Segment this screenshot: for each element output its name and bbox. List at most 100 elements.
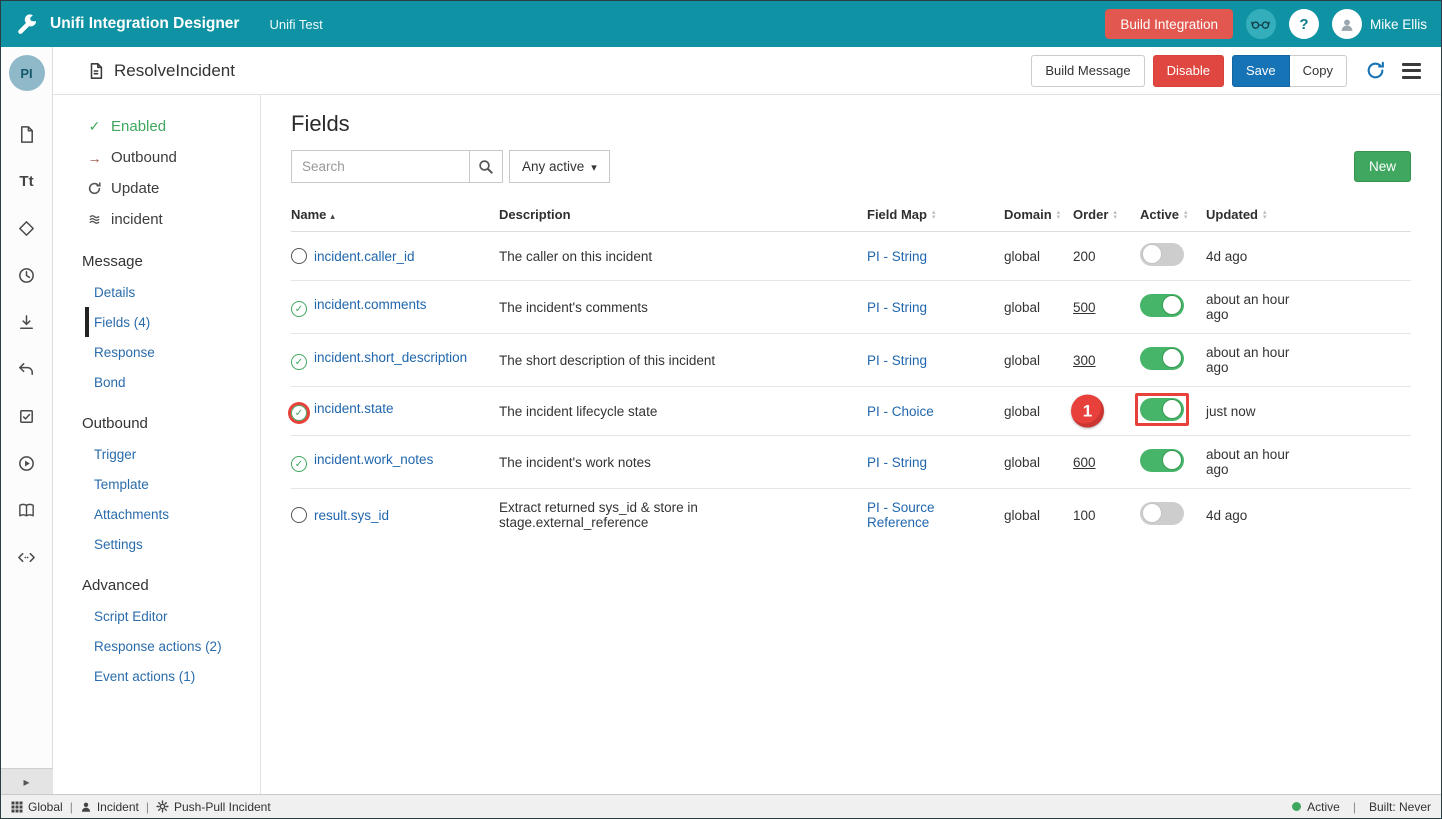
text-icon[interactable]: Tt <box>1 158 53 205</box>
person-icon <box>80 801 92 813</box>
build-integration-button[interactable]: Build Integration <box>1105 9 1233 39</box>
field-order-link[interactable]: 500 <box>1073 300 1096 315</box>
app-title: Unifi Integration Designer <box>50 15 239 33</box>
nav-item-script-editor[interactable]: Script Editor <box>85 601 260 631</box>
chevron-down-icon <box>591 159 597 174</box>
field-map-link[interactable]: PI - Source Reference <box>867 500 935 530</box>
undo-icon[interactable] <box>1 346 53 393</box>
column-header-order[interactable]: Order <box>1073 207 1140 222</box>
search-input[interactable] <box>291 150 469 183</box>
build-message-button[interactable]: Build Message <box>1031 55 1144 87</box>
column-header-field-map[interactable]: Field Map <box>867 207 1004 222</box>
nav-item-details[interactable]: Details <box>85 277 260 307</box>
field-domain: global <box>1004 300 1073 315</box>
sidebar-status-enabled: Enabled <box>53 111 260 142</box>
user-menu[interactable]: Mike Ellis <box>1332 9 1427 39</box>
scope-indicator[interactable]: Global <box>11 800 63 814</box>
active-toggle[interactable] <box>1140 502 1184 525</box>
column-header-name[interactable]: Name <box>291 207 499 222</box>
field-name-link[interactable]: result.sys_id <box>314 508 389 523</box>
field-map-link[interactable]: PI - String <box>867 300 927 315</box>
integration-indicator[interactable]: Push-Pull Incident <box>156 800 271 814</box>
table-row: incident.short_description The short des… <box>291 334 1411 387</box>
field-domain: global <box>1004 249 1073 264</box>
field-name-link[interactable]: incident.comments <box>314 297 427 312</box>
tasks-icon[interactable] <box>1 393 53 440</box>
field-order-link[interactable]: 600 <box>1073 455 1096 470</box>
field-name-link[interactable]: incident.caller_id <box>314 249 415 264</box>
code-icon[interactable] <box>1 534 53 581</box>
table-row: incident.work_notes The incident's work … <box>291 436 1411 489</box>
field-map-link[interactable]: PI - String <box>867 249 927 264</box>
field-order: 100 <box>1073 508 1096 523</box>
column-header-description[interactable]: Description <box>499 207 867 222</box>
nav-item-template[interactable]: Template <box>85 469 260 499</box>
preview-glasses-icon[interactable] <box>1246 9 1276 39</box>
column-header-active[interactable]: Active <box>1140 207 1206 222</box>
column-header-domain[interactable]: Domain <box>1004 207 1073 222</box>
table-row-highlighted: incident.state The incident lifecycle st… <box>291 387 1411 436</box>
nav-item-response-actions[interactable]: Response actions (2) <box>85 631 260 661</box>
active-toggle[interactable] <box>1140 294 1184 317</box>
field-updated: 4d ago <box>1206 249 1306 264</box>
field-description: Extract returned sys_id & store in stage… <box>499 500 867 530</box>
play-icon[interactable] <box>1 440 53 487</box>
sort-icon <box>1263 210 1267 220</box>
active-filter-dropdown[interactable]: Any active <box>509 150 610 183</box>
active-toggle[interactable] <box>1140 449 1184 472</box>
field-domain: global <box>1004 353 1073 368</box>
integration-avatar[interactable]: PI <box>9 55 45 91</box>
search-button[interactable] <box>469 150 503 183</box>
nav-item-trigger[interactable]: Trigger <box>85 439 260 469</box>
field-description: The caller on this incident <box>499 249 867 264</box>
sort-icon <box>932 210 936 220</box>
book-icon[interactable] <box>1 487 53 534</box>
field-name-link[interactable]: incident.short_description <box>314 350 467 365</box>
wrench-logo-icon[interactable] <box>15 14 38 35</box>
document-icon[interactable] <box>1 111 53 158</box>
new-button[interactable]: New <box>1354 151 1411 182</box>
help-icon[interactable]: ? <box>1289 9 1319 39</box>
separator: | <box>1353 800 1356 814</box>
nav-item-settings[interactable]: Settings <box>85 529 260 559</box>
history-icon[interactable] <box>1 252 53 299</box>
field-map-link[interactable]: PI - Choice <box>867 404 934 419</box>
field-name-link[interactable]: incident.work_notes <box>314 452 433 467</box>
environment-name[interactable]: Unifi Test <box>269 17 322 32</box>
nav-item-fields[interactable]: Fields (4) <box>85 307 260 337</box>
field-map-link[interactable]: PI - String <box>867 353 927 368</box>
active-toggle[interactable] <box>1140 398 1184 421</box>
record-type-indicator[interactable]: Incident <box>80 800 139 814</box>
rail-expand-button[interactable] <box>1 768 53 794</box>
field-order-link[interactable]: 300 <box>1073 353 1096 368</box>
field-description: The incident's comments <box>499 300 867 315</box>
nav-item-attachments[interactable]: Attachments <box>85 499 260 529</box>
sort-asc-icon <box>326 207 335 222</box>
document-icon <box>87 62 105 80</box>
nav-item-event-actions[interactable]: Event actions (1) <box>85 661 260 691</box>
menu-icon[interactable] <box>1402 59 1421 82</box>
active-status-dot <box>1292 802 1301 811</box>
field-map-link[interactable]: PI - String <box>867 455 927 470</box>
download-icon[interactable] <box>1 299 53 346</box>
active-status-label: Active <box>1307 800 1340 814</box>
nav-section-message: Message <box>53 235 260 277</box>
field-updated: 4d ago <box>1206 508 1306 523</box>
grid-icon <box>11 801 23 813</box>
refresh-icon[interactable] <box>1365 60 1386 81</box>
nav-item-response[interactable]: Response <box>85 337 260 367</box>
column-header-updated[interactable]: Updated <box>1206 207 1306 222</box>
field-name-link[interactable]: incident.state <box>314 401 394 416</box>
nav-item-bond[interactable]: Bond <box>85 367 260 397</box>
diamond-icon[interactable] <box>1 205 53 252</box>
sort-icon <box>1184 210 1188 220</box>
active-toggle[interactable] <box>1140 347 1184 370</box>
nav-section-advanced: Advanced <box>53 559 260 601</box>
active-toggle[interactable] <box>1140 243 1184 266</box>
copy-button[interactable]: Copy <box>1290 55 1347 87</box>
save-button[interactable]: Save <box>1232 55 1290 87</box>
separator: | <box>70 800 73 814</box>
field-inactive-icon <box>291 248 307 264</box>
save-copy-group: Save Copy <box>1232 55 1347 87</box>
disable-button[interactable]: Disable <box>1153 55 1224 87</box>
